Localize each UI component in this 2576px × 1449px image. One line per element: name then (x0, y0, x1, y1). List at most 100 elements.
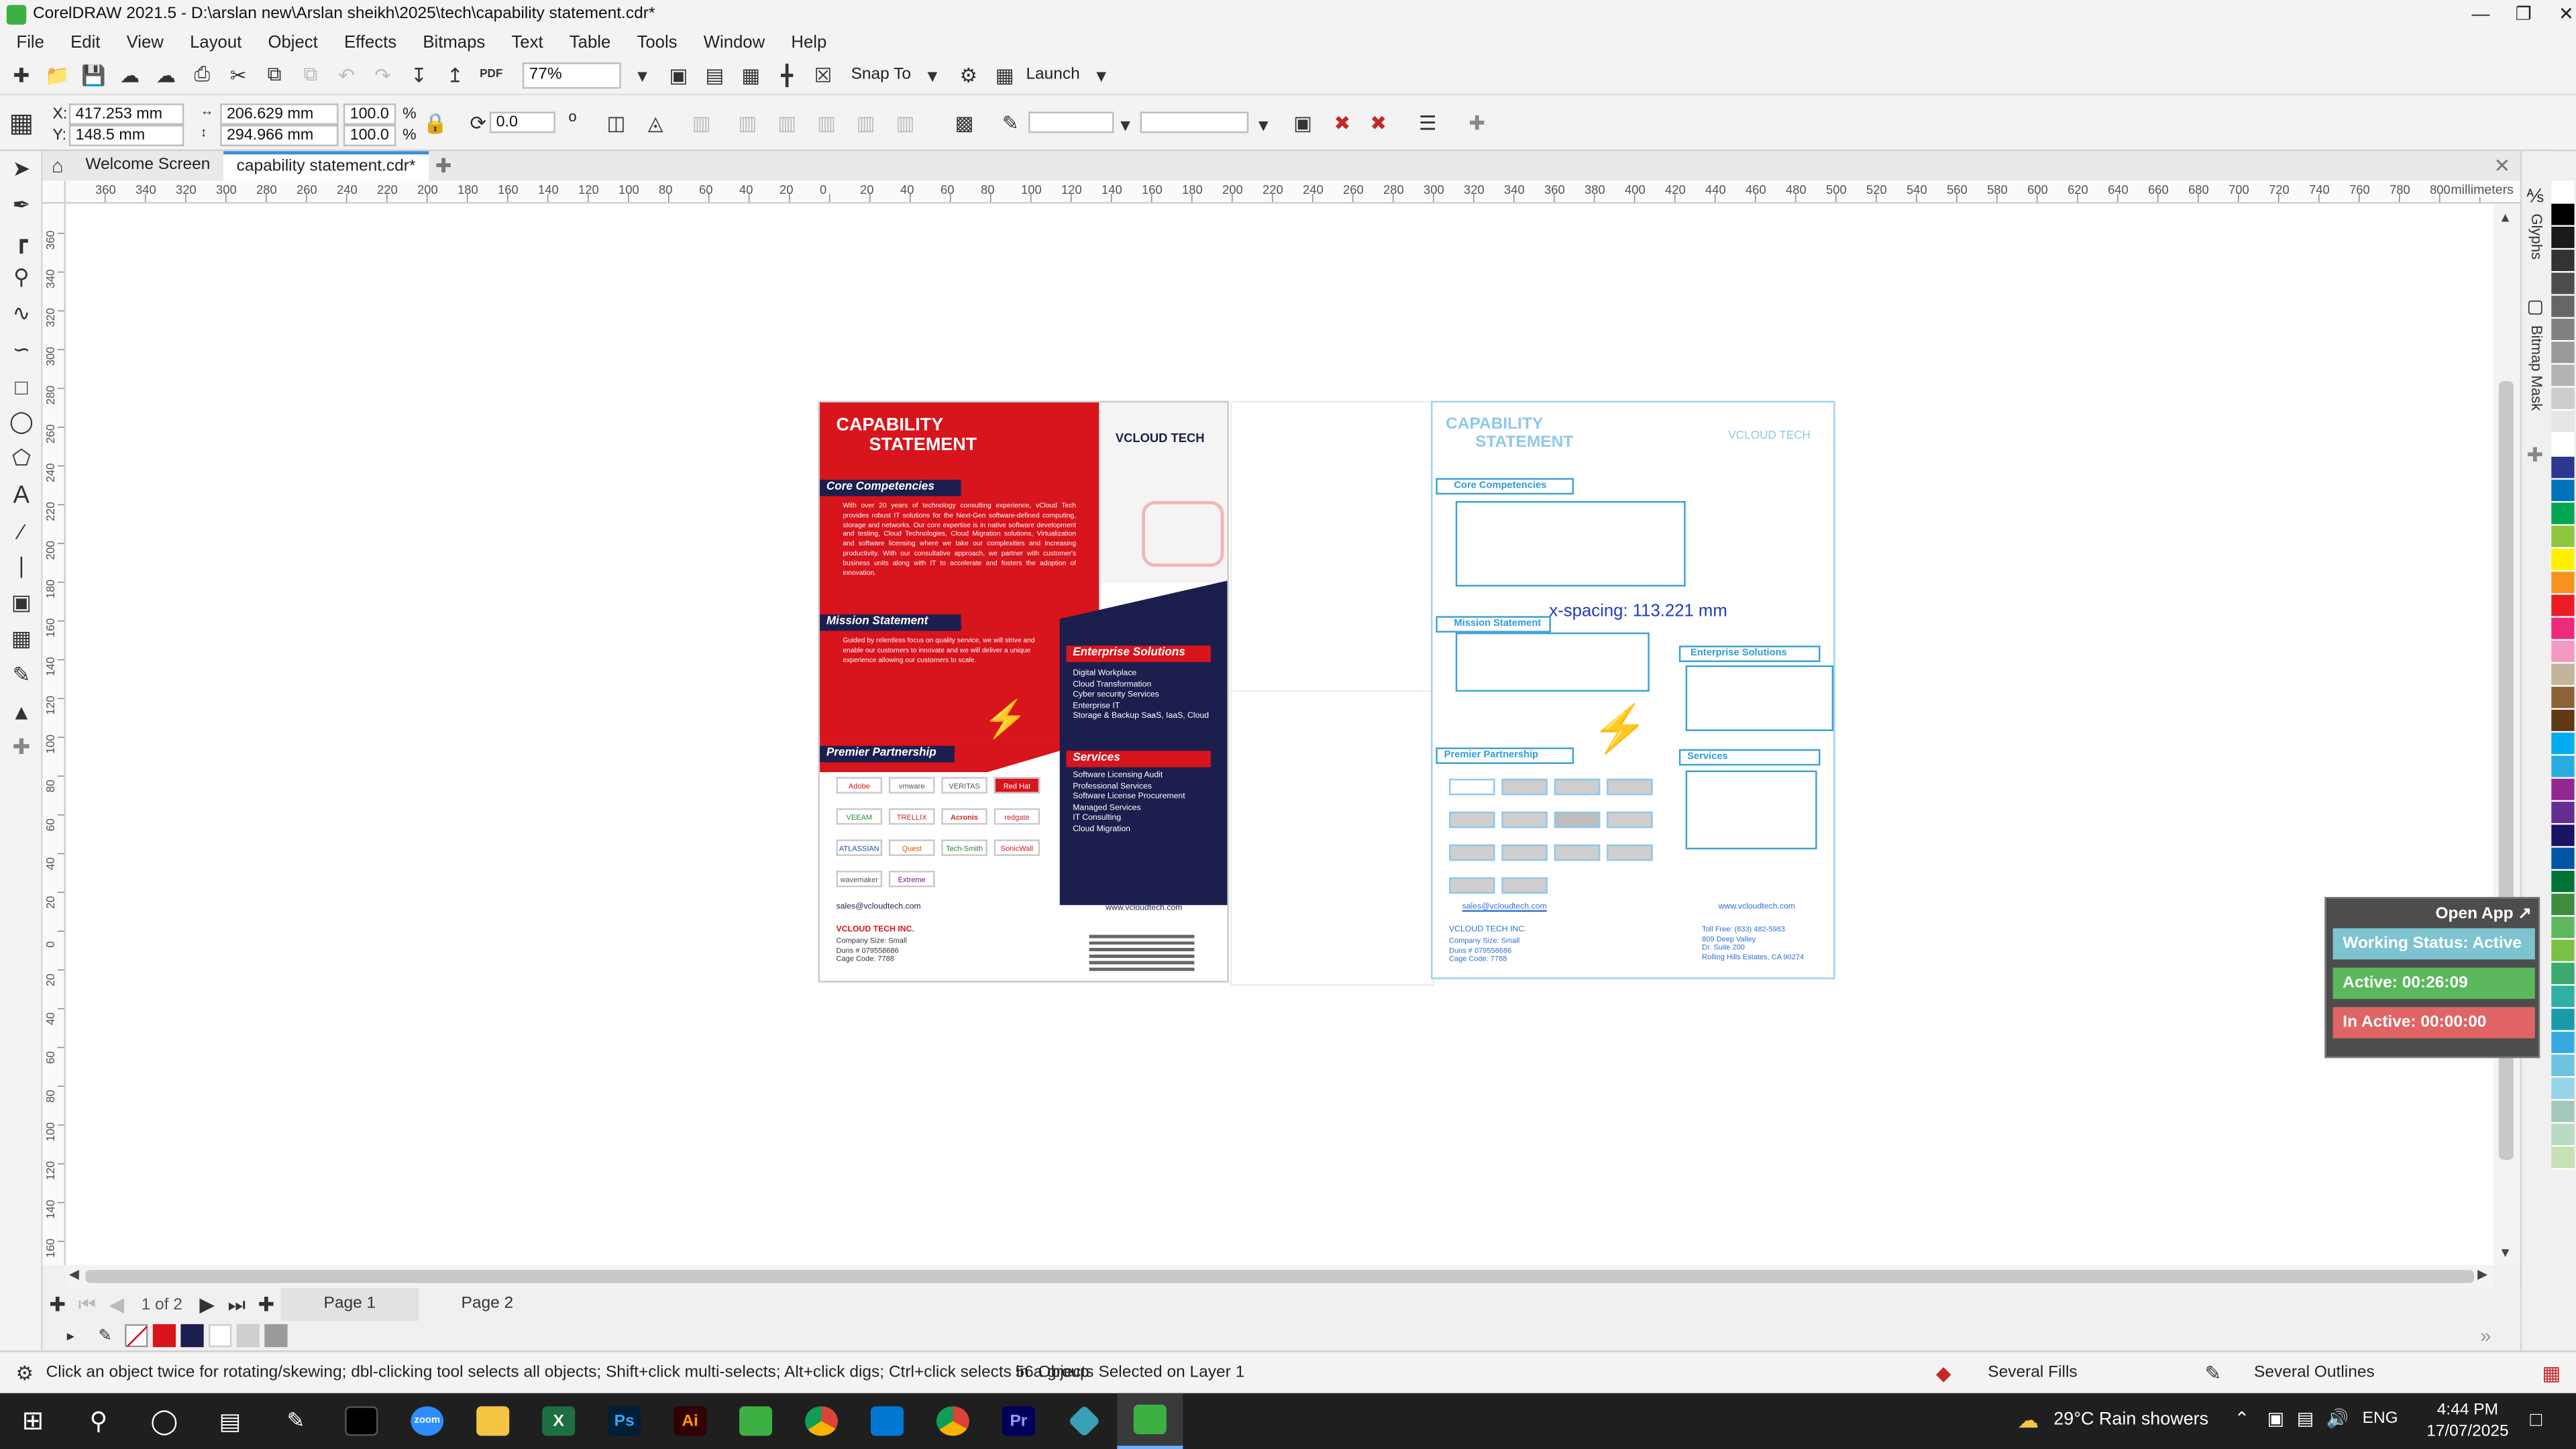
excel-app[interactable]: X (526, 1393, 592, 1449)
show-rulers-icon[interactable]: ▤ (700, 60, 729, 89)
powerclip-icon[interactable]: ▩ (950, 109, 979, 138)
remove-powerclip-icon[interactable]: ✖ (1364, 109, 1393, 138)
palette-swatch[interactable] (2551, 778, 2575, 802)
height-input[interactable]: 294.966 mm (220, 125, 339, 146)
palette-swatch[interactable] (2551, 939, 2575, 963)
import-icon[interactable]: ↧ (404, 60, 433, 89)
tab-welcome-screen[interactable]: Welcome Screen (72, 151, 223, 180)
crop-tool-icon[interactable]: ┏ (0, 223, 43, 260)
doc-swatch-red[interactable] (152, 1324, 176, 1348)
ungroup-icon[interactable]: ▥ (733, 109, 762, 138)
palette-swatch[interactable] (2551, 272, 2575, 296)
palette-swatch[interactable] (2551, 1077, 2575, 1101)
vertical-scrollbar[interactable]: ▲ ▼ (2493, 203, 2520, 1265)
palette-swatch[interactable] (2551, 802, 2575, 825)
network-icon[interactable]: ▤ (2297, 1408, 2314, 1429)
pen-app[interactable]: ✎ (263, 1393, 329, 1449)
palette-swatch[interactable] (2551, 480, 2575, 503)
scroll-left-icon[interactable]: ◀ (69, 1267, 79, 1281)
show-grid-icon[interactable]: ▦ (736, 60, 765, 89)
copy-icon[interactable]: ⧉ (260, 60, 289, 89)
ellipse-tool-icon[interactable]: ◯ (0, 404, 43, 440)
page-tab-2[interactable]: Page 2 (419, 1288, 556, 1321)
open-app-link[interactable]: Open App ↗ (2326, 899, 2538, 923)
palette-swatch[interactable] (2551, 617, 2575, 641)
transparency-tool-icon[interactable]: ▦ (0, 621, 43, 657)
last-page-icon[interactable]: ⏭ (222, 1289, 252, 1319)
doc-swatch-light-grey[interactable] (236, 1324, 260, 1348)
chrome-profile-app[interactable] (920, 1393, 985, 1449)
volume-icon[interactable]: 🔊 (2326, 1408, 2349, 1429)
bitmap-mask-icon[interactable]: ▢ (2527, 296, 2544, 317)
menu-window[interactable]: Window (690, 30, 778, 56)
vscode-app[interactable] (854, 1393, 920, 1449)
palette-swatch[interactable] (2551, 250, 2575, 273)
palette-swatch[interactable] (2551, 180, 2575, 204)
scale-height-input[interactable]: 100.0 (343, 125, 396, 146)
docker-tab-bitmap-mask[interactable]: Bitmap Mask (2528, 325, 2544, 411)
scroll-up-icon[interactable]: ▲ (2499, 210, 2512, 225)
drop-shadow-tool-icon[interactable]: ▣ (0, 585, 43, 621)
palette-swatch[interactable] (2551, 870, 2575, 894)
to-front-icon[interactable]: ▣ (1288, 109, 1318, 138)
menu-object[interactable]: Object (255, 30, 331, 56)
palette-scroll-icon[interactable]: » (2471, 1321, 2500, 1350)
tray-chevron-up-icon[interactable]: ⌃ (2235, 1408, 2250, 1429)
horizontal-scroll-thumb[interactable] (85, 1270, 2475, 1283)
notifications-icon[interactable]: □ (2530, 1408, 2542, 1431)
clear-transform-icon[interactable]: ✖ (1328, 109, 1357, 138)
new-document-icon[interactable]: ✚ (7, 60, 36, 89)
tab-capability-statement[interactable]: capability statement.cdr* (223, 151, 429, 181)
generic-app[interactable] (1051, 1393, 1117, 1449)
palette-swatch[interactable] (2551, 226, 2575, 250)
add-tool-icon[interactable]: ✚ (0, 729, 43, 765)
fill-info[interactable]: Several Fills (1988, 1364, 2077, 1382)
glyphs-icon[interactable]: ⅍ (2527, 187, 2544, 207)
break-apart-icon[interactable]: ▥ (851, 109, 881, 138)
file-explorer-app[interactable] (460, 1393, 526, 1449)
menu-tools[interactable]: Tools (624, 30, 690, 56)
menu-bitmaps[interactable]: Bitmaps (410, 30, 498, 56)
shape-tool-icon[interactable]: ✒ (0, 187, 43, 223)
page-tab-1[interactable]: Page 1 (280, 1288, 419, 1321)
menu-edit[interactable]: Edit (58, 30, 113, 56)
tray-app-icon[interactable]: ▣ (2267, 1408, 2284, 1429)
palette-swatch[interactable] (2551, 295, 2575, 319)
home-icon[interactable]: ⌂ (43, 151, 72, 180)
weather-icon[interactable]: ☁ (2017, 1408, 2039, 1434)
rotation-input[interactable]: 0.0 (489, 111, 555, 133)
y-position-input[interactable]: 148.5 mm (68, 125, 184, 146)
palette-swatch[interactable] (2551, 963, 2575, 986)
vertical-ruler[interactable]: 360 340 320 300 280 260 240 220 200 180 160 140 120 1… (42, 203, 66, 1265)
eyedropper-tool-icon[interactable]: ✎ (0, 657, 43, 694)
palette-swatch[interactable] (2551, 456, 2575, 480)
status-gear-icon[interactable]: ⚙ (10, 1358, 40, 1388)
mirror-horizontal-icon[interactable]: ◫ (601, 109, 631, 138)
palette-swatch[interactable] (2551, 1146, 2575, 1170)
parallel-dimension-tool-icon[interactable]: ∕ (0, 513, 43, 549)
chrome-app[interactable] (789, 1393, 855, 1449)
palette-swatch[interactable] (2551, 341, 2575, 365)
zoom-dropdown-chevron-icon[interactable]: ▾ (628, 60, 657, 89)
no-color-swatch[interactable] (125, 1324, 148, 1348)
palette-swatch[interactable] (2551, 319, 2575, 342)
palette-swatch[interactable] (2551, 641, 2575, 664)
cortana-button[interactable]: ◯ (131, 1393, 197, 1449)
palette-swatch[interactable] (2551, 686, 2575, 710)
palette-swatch[interactable] (2551, 525, 2575, 549)
palette-swatch[interactable] (2551, 502, 2575, 526)
docker-tab-glyphs[interactable]: Glyphs (2528, 213, 2544, 260)
maximize-button[interactable]: ❐ (2500, 0, 2546, 30)
palette-swatch[interactable] (2551, 824, 2575, 848)
palette-swatch[interactable] (2551, 1124, 2575, 1147)
minimize-button[interactable]: — (2458, 0, 2504, 30)
palette-swatch[interactable] (2551, 916, 2575, 940)
cloud-download-icon[interactable]: ☁ (115, 60, 144, 89)
add-toolbar-item-icon[interactable]: ✚ (1462, 109, 1492, 138)
menu-file[interactable]: File (3, 30, 58, 56)
outline-width-chevron-icon[interactable]: ▾ (1111, 110, 1140, 140)
palette-swatch[interactable] (2551, 433, 2575, 457)
scroll-down-icon[interactable]: ▼ (2499, 1245, 2512, 1260)
palette-swatch[interactable] (2551, 663, 2575, 687)
menu-layout[interactable]: Layout (176, 30, 254, 56)
